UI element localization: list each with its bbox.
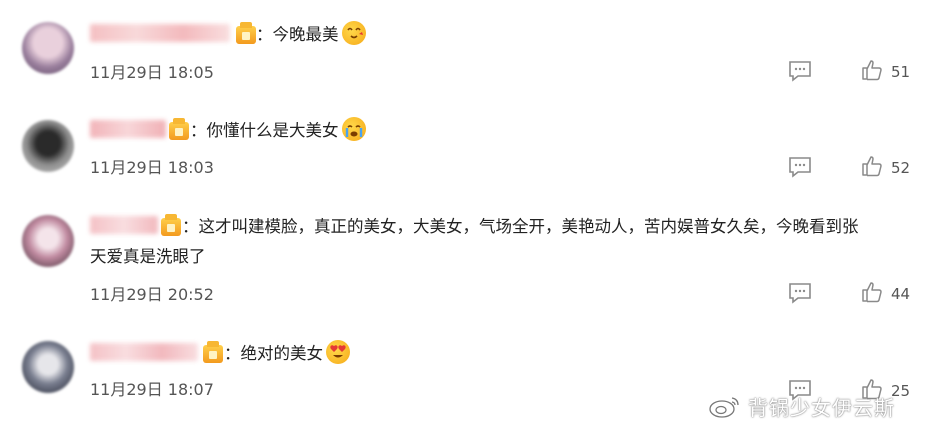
comment-text: ：今晚最美 (256, 21, 366, 48)
heart-eyes-kiss-emoji-icon (341, 21, 366, 45)
avatar[interactable] (22, 22, 74, 74)
comment-text: ：你懂什么是大美女 (190, 117, 366, 144)
vip-badge-icon (203, 341, 223, 363)
like-count: 51 (891, 63, 911, 81)
reply-icon[interactable] (788, 282, 812, 304)
weibo-logo-icon (709, 397, 739, 418)
like-icon[interactable] (861, 281, 883, 303)
comment-time: 11月29日 18:07 (90, 380, 214, 399)
watermark-text: 背锅少女伊云斯 (748, 396, 895, 420)
like-count: 44 (891, 285, 911, 303)
crying-emoji-icon (341, 117, 366, 141)
username[interactable] (90, 24, 230, 42)
vip-badge-icon (169, 118, 189, 140)
vip-badge-icon (236, 22, 256, 44)
username[interactable] (90, 343, 198, 361)
reply-icon[interactable] (788, 60, 812, 82)
vip-badge-icon (161, 214, 181, 236)
like-icon[interactable] (861, 155, 883, 177)
comment-text-line-2: 天爱真是洗眼了 (90, 247, 206, 266)
username[interactable] (90, 216, 158, 234)
comment-text-line-1: ：这才叫建模脸，真正的美女，大美女，气场全开，美艳动人，苦内娱普女久矣，今晚看到… (182, 217, 859, 236)
comment-text: ：这才叫建模脸，真正的美女，大美女，气场全开，美艳动人，苦内娱普女久矣，今晚看到… (182, 213, 859, 240)
username[interactable] (90, 120, 166, 138)
avatar[interactable] (22, 120, 74, 172)
like-count: 52 (891, 159, 911, 177)
comment-time: 11月29日 20:52 (90, 285, 214, 304)
reply-icon[interactable] (788, 156, 812, 178)
avatar[interactable] (22, 215, 74, 267)
avatar[interactable] (22, 341, 74, 393)
comment-time: 11月29日 18:03 (90, 158, 214, 177)
like-icon[interactable] (861, 59, 883, 81)
comment-time: 11月29日 18:05 (90, 63, 214, 82)
heart-eyes-emoji-icon (326, 340, 350, 364)
comment-text: ：绝对的美女 (224, 340, 350, 367)
